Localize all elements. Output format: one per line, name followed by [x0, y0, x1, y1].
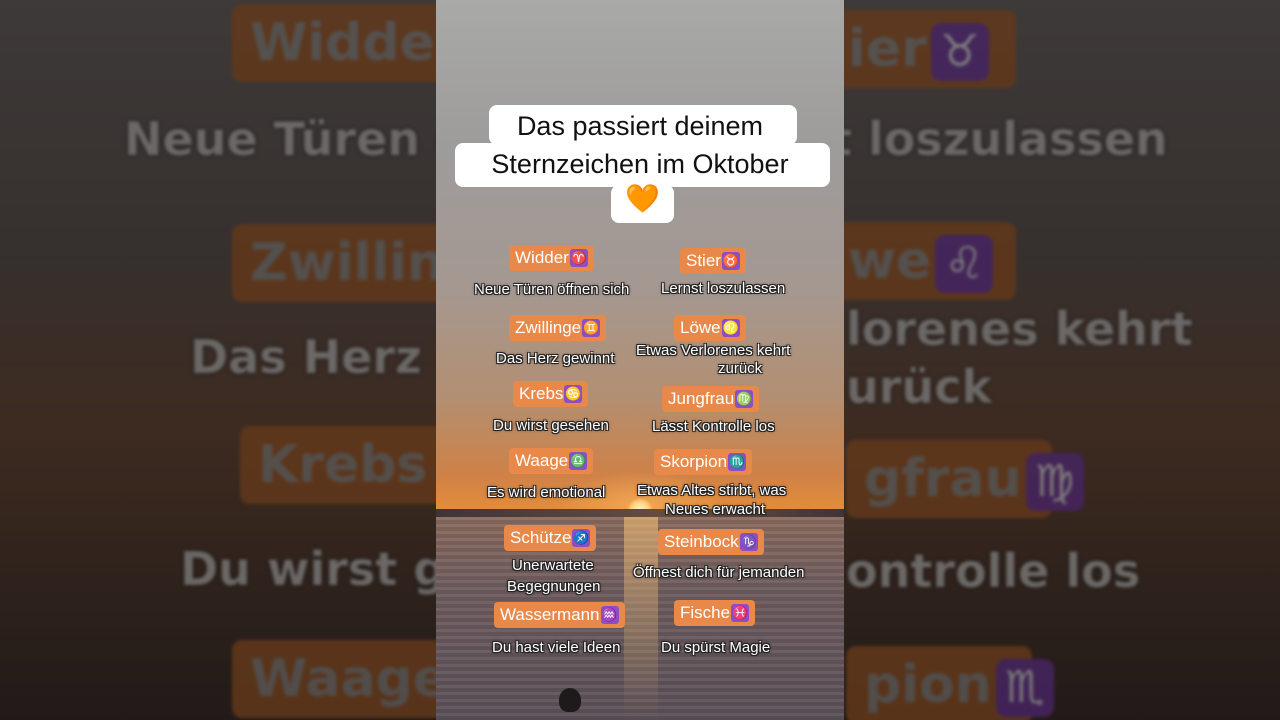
taurus-icon: ♉ [721, 252, 740, 270]
libra-icon: ♎ [569, 452, 588, 470]
sign-tag-krebs: Krebs ♋ [513, 381, 589, 407]
aries-icon: ♈ [569, 249, 588, 267]
aquarius-icon: ♒ [600, 606, 619, 624]
right-dim-overlay [844, 0, 1280, 720]
sign-text-skorpion-1: Etwas Altes stirbt, was [637, 482, 787, 499]
horizon-treeline [436, 509, 844, 517]
pisces-icon: ♓ [731, 604, 750, 622]
sign-text-wassermann: Du hast viele Ideen [492, 639, 621, 656]
sign-tag-widder: Widder ♈ [509, 245, 594, 271]
video-frame[interactable]: Das passiert deinem Sternzeichen im Okto… [436, 0, 844, 720]
sign-text-schuetze-1: Unerwartete [512, 557, 594, 574]
sign-text-schuetze-2: Begegnungen [507, 578, 601, 595]
sign-text-krebs: Du wirst gesehen [493, 417, 609, 434]
sun-reflection [624, 517, 658, 720]
sign-text-stier: Lernst loszulassen [661, 280, 786, 297]
sign-tag-stier: Stier ♉ [680, 248, 746, 274]
page-title-line1: Das passiert deinem [516, 111, 764, 141]
page-title-line2: Sternzeichen im Oktober [491, 149, 789, 179]
sign-text-waage: Es wird emotional [487, 484, 606, 501]
sign-text-steinbock: Öffnest dich für jemanden [633, 564, 805, 581]
sign-text-widder: Neue Türen öffnen sich [474, 281, 630, 298]
orange-heart-icon: 🧡 [625, 182, 660, 215]
gemini-icon: ♊ [582, 319, 601, 337]
leo-icon: ♌ [721, 319, 740, 337]
sign-tag-jungfrau: Jungfrau ♍ [662, 386, 760, 412]
sign-tag-skorpion: Skorpion ♏ [654, 449, 753, 475]
sign-tag-loewe: Löwe ♌ [674, 315, 746, 341]
sign-tag-wassermann: Wassermann ♒ [494, 602, 625, 628]
sign-text-skorpion-2: Neues erwacht [665, 501, 766, 518]
sign-text-loewe-1: Etwas Verlorenes kehrt [636, 342, 791, 359]
sign-tag-fische: Fische ♓ [674, 600, 756, 626]
capricorn-icon: ♑ [739, 533, 758, 551]
sign-tag-steinbock: Steinbock ♑ [658, 529, 764, 555]
scorpio-icon: ♏ [728, 453, 747, 471]
sign-tag-waage: Waage ♎ [509, 448, 594, 474]
sign-tag-zwillinge: Zwillinge ♊ [509, 315, 607, 341]
sign-text-fische: Du spürst Magie [661, 639, 771, 656]
sign-tag-schuetze: Schütze ♐ [504, 525, 597, 551]
cancer-icon: ♋ [564, 385, 583, 403]
sagittarius-icon: ♐ [572, 529, 591, 547]
sign-text-jungfrau: Lässt Kontrolle los [652, 418, 775, 435]
sign-text-loewe-2: zurück [718, 360, 763, 377]
sign-text-zwillinge: Das Herz gewinnt [496, 350, 615, 367]
left-dim-overlay [0, 0, 436, 720]
virgo-icon: ♍ [735, 390, 754, 408]
swimmer-silhouette [559, 688, 581, 712]
